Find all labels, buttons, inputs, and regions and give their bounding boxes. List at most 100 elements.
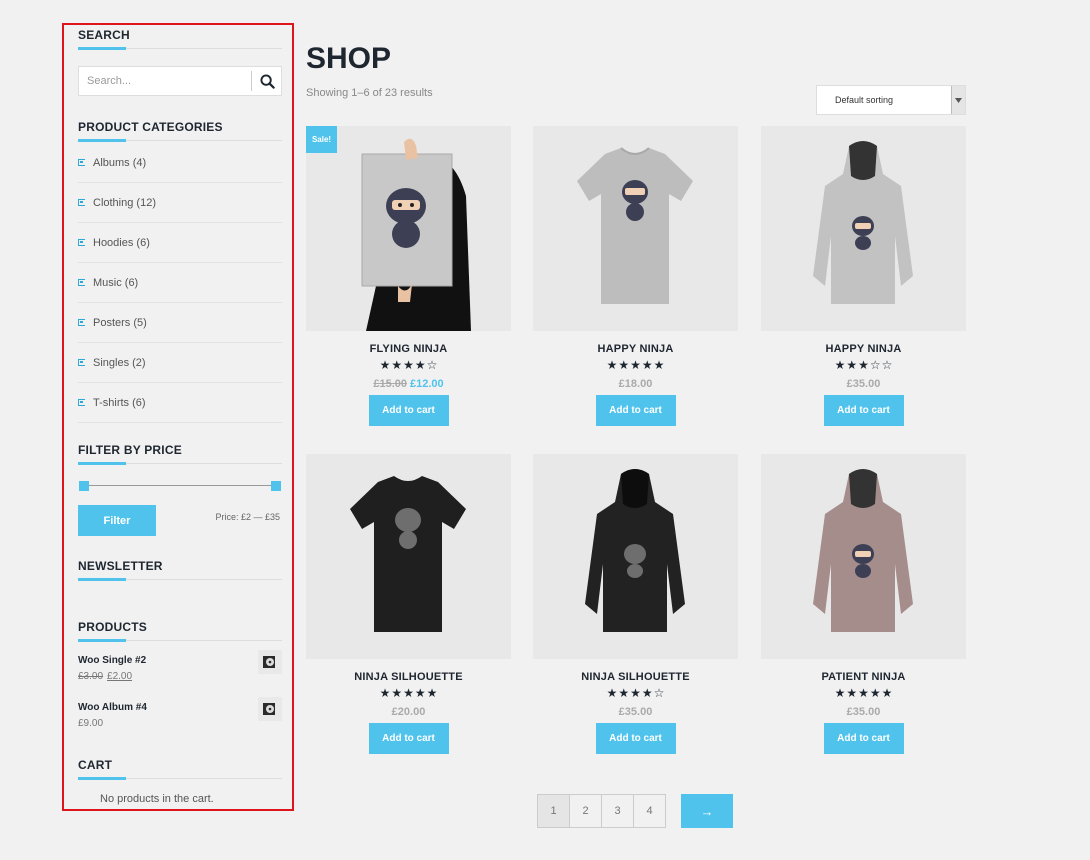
- product-price: £35.00: [618, 706, 653, 718]
- category-item-clothing[interactable]: Clothing (12): [78, 183, 282, 223]
- add-to-cart-button[interactable]: Add to cart: [823, 395, 904, 426]
- product-card: NINJA SILHOUETTE ★★★★☆ £35.00 Add to car…: [533, 454, 738, 754]
- category-item-tshirts[interactable]: T-shirts (6): [78, 383, 282, 423]
- price-filter-widget-title: FILTER BY PRICE: [78, 443, 182, 457]
- black-tshirt-image: [350, 476, 466, 632]
- star-filled-icon: ★: [606, 358, 618, 372]
- category-item-albums[interactable]: Albums (4): [78, 143, 282, 183]
- star-filled-icon: ★: [858, 686, 869, 700]
- star-filled-icon: ★: [618, 358, 630, 372]
- product-image[interactable]: [761, 454, 966, 659]
- widget-divider: [78, 777, 282, 780]
- product-title[interactable]: HAPPY NINJA: [533, 343, 738, 355]
- star-filled-icon: ★: [379, 686, 391, 700]
- widget-divider: [78, 47, 282, 50]
- sidebar: SEARCH PRODUCT CATEGORIES Albums (4) Clo…: [62, 23, 294, 811]
- category-label: Clothing (12): [93, 196, 156, 209]
- widget-divider: [78, 639, 282, 642]
- star-filled-icon: ★: [630, 358, 641, 372]
- search-divider: [251, 71, 252, 91]
- add-to-cart-button[interactable]: Add to cart: [368, 723, 449, 754]
- price-range-label: Price: £2 — £35: [215, 512, 280, 522]
- page-link-current[interactable]: 1: [537, 794, 570, 828]
- category-item-posters[interactable]: Posters (5): [78, 303, 282, 343]
- product-title[interactable]: FLYING NINJA: [306, 343, 511, 355]
- product-image[interactable]: [306, 454, 511, 659]
- product-image[interactable]: Sale!: [306, 126, 511, 331]
- star-filled-icon: ★: [869, 686, 881, 700]
- star-filled-icon: ★: [414, 358, 426, 372]
- star-rating: ★★★★★: [761, 687, 966, 699]
- widget-product-item[interactable]: Woo Single #2 £3.00 £2.00: [78, 650, 282, 682]
- widget-product-price: £3.00 £2.00: [78, 671, 282, 682]
- search-widget-title: SEARCH: [78, 28, 130, 42]
- product-image[interactable]: [533, 454, 738, 659]
- widget-product-name[interactable]: Woo Single #2: [78, 655, 282, 666]
- category-item-singles[interactable]: Singles (2): [78, 343, 282, 383]
- product-title[interactable]: HAPPY NINJA: [761, 343, 966, 355]
- categories-widget-title: PRODUCT CATEGORIES: [78, 120, 223, 134]
- folder-icon: [78, 399, 85, 406]
- search-input[interactable]: [79, 67, 251, 95]
- page-title: SHOP: [306, 42, 392, 75]
- category-item-hoodies[interactable]: Hoodies (6): [78, 223, 282, 263]
- price-slider-max-handle[interactable]: [271, 481, 281, 491]
- product-card: HAPPY NINJA ★★★★★ £18.00 Add to cart: [533, 126, 738, 426]
- tshirt-image: [577, 147, 693, 304]
- star-filled-icon: ★: [606, 686, 618, 700]
- product-title[interactable]: PATIENT NINJA: [761, 671, 966, 683]
- category-label: Hoodies (6): [93, 236, 150, 249]
- price-slider-min-handle[interactable]: [79, 481, 89, 491]
- widget-product-old-price: £3.00: [78, 671, 104, 682]
- star-filled-icon: ★: [391, 358, 403, 372]
- product-price: £15.00 £12.00: [306, 378, 511, 390]
- star-filled-icon: ★: [426, 686, 438, 700]
- product-price: £35.00: [846, 378, 881, 390]
- sort-select[interactable]: Default sorting: [816, 85, 966, 115]
- add-to-cart-button[interactable]: Add to cart: [823, 723, 904, 754]
- add-to-cart-button[interactable]: Add to cart: [595, 723, 676, 754]
- product-image[interactable]: [761, 126, 966, 331]
- product-thumbnail[interactable]: [258, 697, 282, 721]
- page-link[interactable]: 2: [569, 794, 602, 828]
- widget-divider: [78, 578, 282, 581]
- category-label: Music (6): [93, 276, 139, 289]
- chevron-down-icon: [951, 86, 965, 114]
- star-filled-icon: ★: [641, 686, 653, 700]
- product-old-price: £15.00: [373, 378, 407, 390]
- pagination: 1 2 3 4: [537, 794, 666, 828]
- page-link[interactable]: 4: [633, 794, 666, 828]
- widget-product-name[interactable]: Woo Album #4: [78, 702, 282, 713]
- category-item-music[interactable]: Music (6): [78, 263, 282, 303]
- star-filled-icon: ★: [858, 358, 869, 372]
- star-filled-icon: ★: [846, 358, 858, 372]
- cart-empty-message: No products in the cart.: [100, 793, 214, 805]
- product-price: £20.00: [391, 706, 426, 718]
- product-thumbnail[interactable]: [258, 650, 282, 674]
- product-sale-price: £12.00: [410, 378, 444, 390]
- product-card: PATIENT NINJA ★★★★★ £35.00 Add to cart: [761, 454, 966, 754]
- add-to-cart-button[interactable]: Add to cart: [595, 395, 676, 426]
- page-link[interactable]: 3: [601, 794, 634, 828]
- filter-button[interactable]: Filter: [78, 505, 156, 536]
- widget-product-item[interactable]: Woo Album #4 £9.00: [78, 697, 282, 729]
- price-slider-track[interactable]: [84, 485, 276, 486]
- search-button[interactable]: [253, 67, 281, 95]
- folder-icon: [78, 159, 85, 166]
- star-filled-icon: ★: [653, 358, 665, 372]
- product-card: HAPPY NINJA ★★★☆☆ £35.00 Add to cart: [761, 126, 966, 426]
- category-label: Albums (4): [93, 156, 147, 169]
- next-page-button[interactable]: →: [681, 794, 733, 828]
- product-title[interactable]: NINJA SILHOUETTE: [306, 671, 511, 683]
- product-title[interactable]: NINJA SILHOUETTE: [533, 671, 738, 683]
- album-cover-icon: [263, 703, 275, 715]
- star-filled-icon: ★: [641, 358, 653, 372]
- album-cover-icon: [263, 656, 275, 668]
- product-price: £18.00: [618, 378, 653, 390]
- product-image[interactable]: [533, 126, 738, 331]
- star-filled-icon: ★: [834, 686, 846, 700]
- cart-widget-title: CART: [78, 758, 113, 772]
- category-label: Posters (5): [93, 316, 147, 329]
- add-to-cart-button[interactable]: Add to cart: [368, 395, 449, 426]
- widget-product-sale-price: £2.00: [107, 671, 133, 682]
